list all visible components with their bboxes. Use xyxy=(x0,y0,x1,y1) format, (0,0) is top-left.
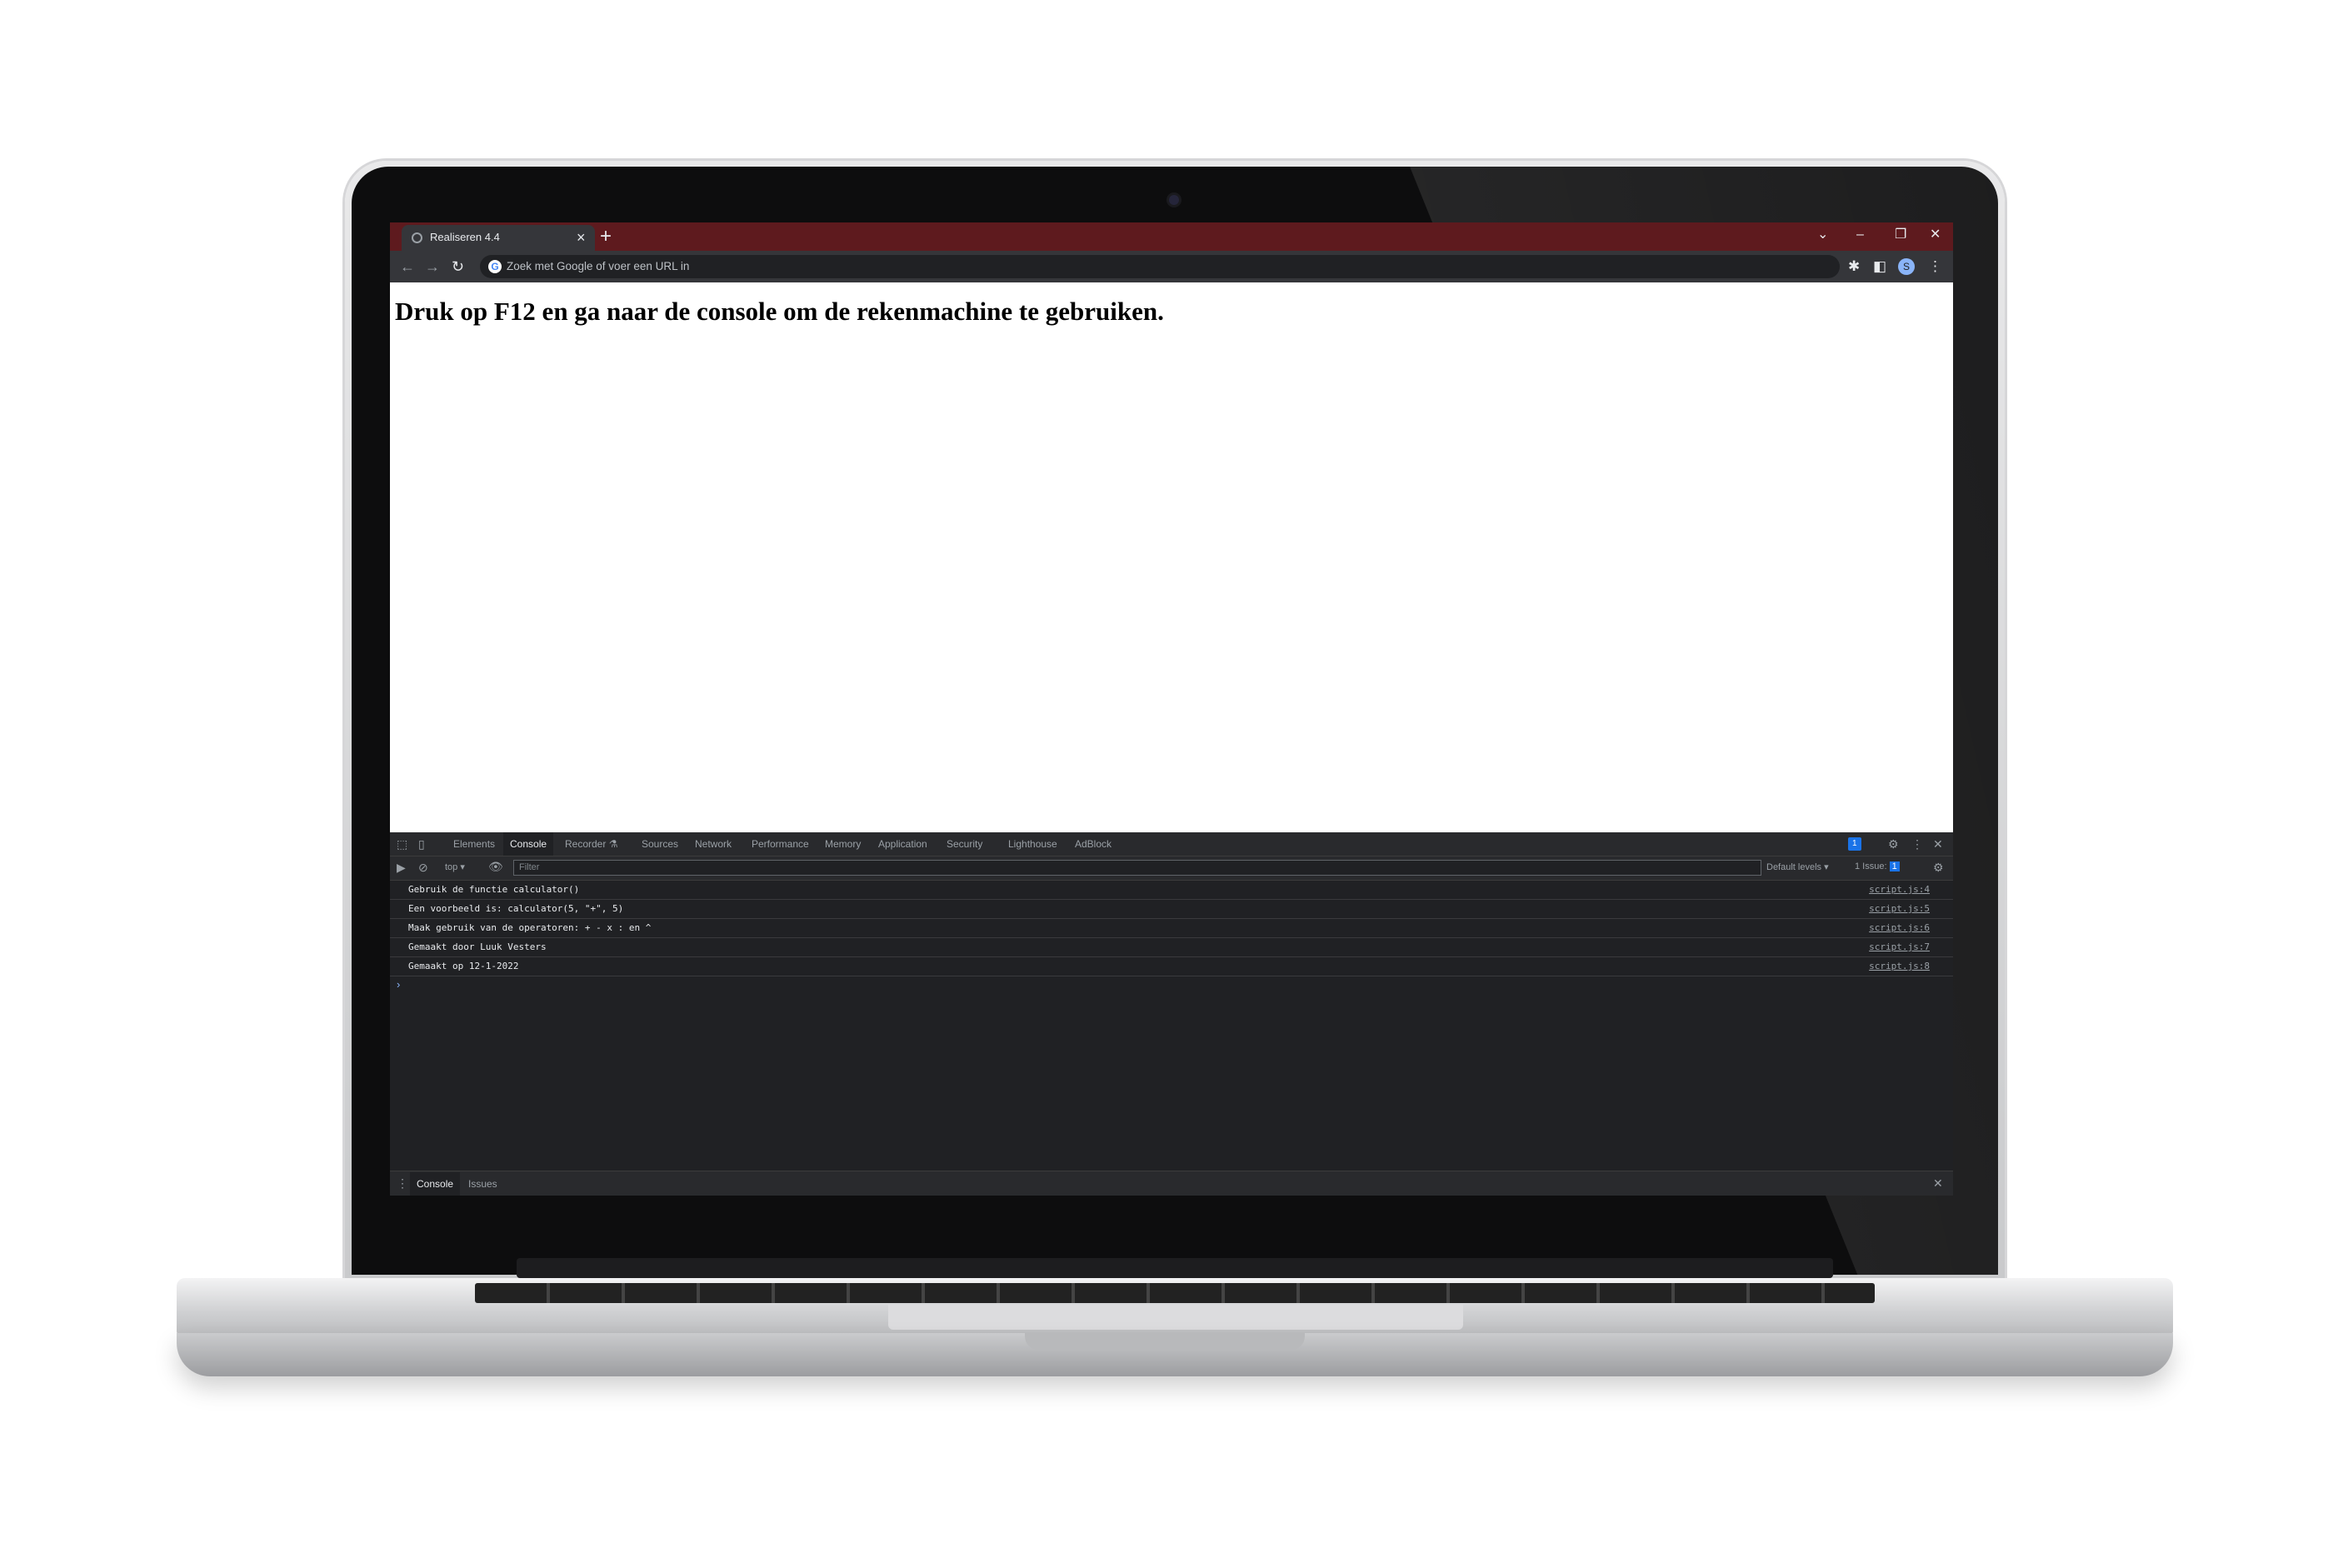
profile-avatar[interactable]: S xyxy=(1898,258,1915,275)
address-bar[interactable]: G Zoek met Google of voer een URL in xyxy=(480,255,1840,278)
issues-badge[interactable]: 1 xyxy=(1848,837,1861,851)
tab-lighthouse[interactable]: Lighthouse xyxy=(1007,832,1059,856)
console-message: Gemaakt door Luuk Vesters script.js:7 xyxy=(390,938,1953,957)
lid-opening-notch xyxy=(1025,1333,1305,1350)
console-settings-icon[interactable]: ⚙ xyxy=(1933,860,1944,875)
camera xyxy=(1169,195,1179,205)
console-toolbar: ▶ ⊘ top ▾ 👁 Filter Default levels ▾ 1 Is… xyxy=(390,856,1953,881)
console-source-link[interactable]: script.js:8 xyxy=(1869,961,1930,971)
prompt-chevron-icon: › xyxy=(397,978,401,991)
device-toolbar-icon[interactable]: ▯ xyxy=(418,836,425,851)
tab-close-icon[interactable]: × xyxy=(577,228,586,247)
clear-console-icon[interactable]: ⊘ xyxy=(418,860,428,875)
console-source-link[interactable]: script.js:6 xyxy=(1869,922,1930,933)
console-prompt[interactable]: › xyxy=(390,976,1953,993)
reload-icon[interactable]: ↻ xyxy=(452,257,464,276)
devtools-menu-icon[interactable]: ⋮ xyxy=(1911,836,1923,851)
inspect-element-icon[interactable]: ⬚ xyxy=(397,836,407,851)
restore-button[interactable]: ❐ xyxy=(1895,226,1906,244)
globe-icon xyxy=(412,232,422,243)
issues-counter-label: 1 Issue: xyxy=(1855,861,1887,871)
tab-recorder-label: Recorder xyxy=(565,838,607,850)
console-source-link[interactable]: script.js:5 xyxy=(1869,903,1930,914)
tab-network[interactable]: Network xyxy=(693,832,733,856)
tab-performance[interactable]: Performance xyxy=(750,832,811,856)
console-message-text: Gemaakt door Luuk Vesters xyxy=(408,941,547,952)
console-message-text: Een voorbeeld is: calculator(5, "+", 5) xyxy=(408,903,624,914)
browser-menu-icon[interactable]: ⋮ xyxy=(1928,257,1942,276)
flask-icon: ⚗ xyxy=(608,838,618,850)
devtools-tab-bar: ⬚ ▯ Elements Console Recorder ⚗ Sources … xyxy=(390,832,1953,856)
console-message: Gebruik de functie calculator() script.j… xyxy=(390,881,1953,900)
extensions-icon[interactable]: ✱ xyxy=(1848,257,1860,276)
drawer-menu-icon[interactable]: ⋮ xyxy=(397,1176,408,1191)
log-levels-dropdown[interactable]: Default levels ▾ xyxy=(1766,861,1829,872)
console-message-text: Maak gebruik van de operatoren: + - x : … xyxy=(408,922,652,933)
tab-memory[interactable]: Memory xyxy=(823,832,862,856)
tab-recorder[interactable]: Recorder ⚗ xyxy=(563,832,619,856)
devtools-close-icon[interactable]: ✕ xyxy=(1933,836,1943,851)
context-selector[interactable]: top ▾ xyxy=(445,861,465,872)
trackpad xyxy=(888,1305,1463,1330)
side-panel-icon[interactable]: ◧ xyxy=(1873,257,1886,276)
console-source-link[interactable]: script.js:7 xyxy=(1869,941,1930,952)
console-message-text: Gebruik de functie calculator() xyxy=(408,884,580,895)
tab-elements[interactable]: Elements xyxy=(452,832,497,856)
back-icon[interactable]: ← xyxy=(400,257,415,276)
page-viewport: Druk op F12 en ga naar de console om de … xyxy=(390,282,1953,832)
eye-icon[interactable]: 👁 xyxy=(488,859,503,874)
console-message: Een voorbeeld is: calculator(5, "+", 5) … xyxy=(390,900,1953,919)
settings-gear-icon[interactable]: ⚙ xyxy=(1888,836,1899,851)
devtools-panel: ⬚ ▯ Elements Console Recorder ⚗ Sources … xyxy=(390,832,1953,1196)
filter-input[interactable]: Filter xyxy=(513,860,1761,876)
console-output: Gebruik de functie calculator() script.j… xyxy=(390,881,1953,993)
filter-placeholder: Filter xyxy=(519,862,540,872)
drawer-tab-console[interactable]: Console xyxy=(410,1172,461,1196)
console-message: Gemaakt op 12-1-2022 script.js:8 xyxy=(390,957,1953,976)
drawer-close-icon[interactable]: ✕ xyxy=(1933,1176,1943,1191)
google-icon: G xyxy=(488,260,502,273)
sidebar-toggle-icon[interactable]: ▶ xyxy=(397,860,406,875)
devtools-drawer-bar: ⋮ Console Issues ✕ xyxy=(390,1171,1953,1196)
console-message: Maak gebruik van de operatoren: + - x : … xyxy=(390,919,1953,938)
issues-counter-count: 1 xyxy=(1889,861,1900,871)
tab-sources[interactable]: Sources xyxy=(640,832,680,856)
keyboard-edge xyxy=(475,1283,1875,1303)
tab-strip: Realiseren 4.4 × + ⌄ – ❐ ✕ xyxy=(390,222,1953,251)
tab-console[interactable]: Console xyxy=(503,832,554,856)
console-source-link[interactable]: script.js:4 xyxy=(1869,884,1930,895)
minimize-button[interactable]: – xyxy=(1856,226,1864,244)
page-heading: Druk op F12 en ga naar de console om de … xyxy=(395,297,1164,326)
tab-search-icon[interactable]: ⌄ xyxy=(1817,226,1828,244)
browser-toolbar: ← → ↻ G Zoek met Google of voer een URL … xyxy=(390,251,1953,282)
drawer-tab-issues[interactable]: Issues xyxy=(467,1172,499,1196)
new-tab-button[interactable]: + xyxy=(600,224,612,249)
tab-adblock[interactable]: AdBlock xyxy=(1073,832,1113,856)
laptop-hinge xyxy=(517,1258,1833,1278)
close-window-button[interactable]: ✕ xyxy=(1930,226,1941,244)
tab-security[interactable]: Security xyxy=(945,832,984,856)
browser-tab[interactable]: Realiseren 4.4 × xyxy=(402,225,595,251)
issues-counter[interactable]: 1 Issue: 1 xyxy=(1855,861,1900,871)
address-bar-placeholder: Zoek met Google of voer een URL in xyxy=(507,260,690,272)
forward-icon[interactable]: → xyxy=(425,257,440,276)
screen: Realiseren 4.4 × + ⌄ – ❐ ✕ ← → ↻ G Zoek … xyxy=(390,222,1953,1196)
tab-title: Realiseren 4.4 xyxy=(430,231,500,243)
console-message-text: Gemaakt op 12-1-2022 xyxy=(408,961,519,971)
tab-application[interactable]: Application xyxy=(877,832,929,856)
